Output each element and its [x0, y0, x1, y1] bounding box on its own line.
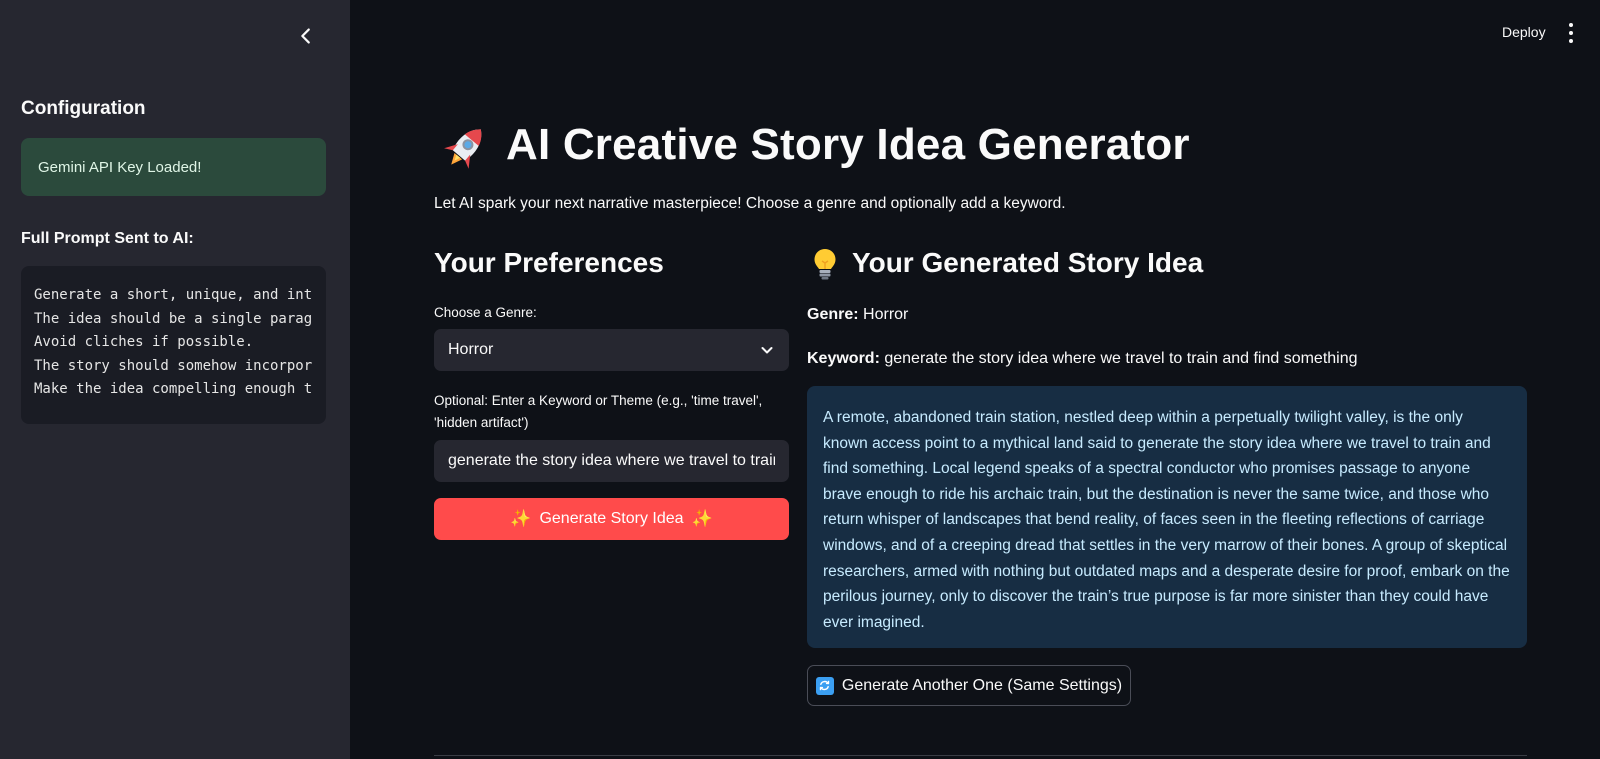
rocket-icon [438, 122, 494, 172]
kebab-menu-icon[interactable] [1567, 23, 1575, 43]
sparkles-icon: ✨ [510, 509, 532, 528]
prompt-line: The idea should be a single parag [34, 310, 313, 327]
prompt-line: The story should somehow incorpor [34, 357, 313, 374]
chevron-left-icon[interactable] [295, 25, 317, 47]
keyword-value: generate the story idea where we travel … [884, 350, 1358, 367]
prompt-line: Make the idea compelling enough t [34, 381, 313, 397]
genre-value: Horror [863, 306, 909, 323]
story-idea-box: A remote, abandoned train station, nestl… [807, 386, 1527, 648]
prompt-line: Generate a short, unique, and int [34, 287, 313, 303]
genre-key: Genre: [807, 306, 859, 323]
refresh-icon [815, 676, 834, 695]
page-subtitle: Let AI spark your next narrative masterp… [434, 195, 1066, 212]
generate-story-label: Generate Story Idea [539, 510, 684, 527]
keyword-input[interactable] [434, 440, 789, 482]
sidebar-title: Configuration [21, 98, 146, 119]
genre-label: Choose a Genre: [434, 305, 537, 320]
chevron-down-icon [761, 347, 773, 354]
status-message: Gemini API Key Loaded! [38, 158, 202, 176]
genre-select[interactable]: Horror [434, 329, 789, 371]
divider [434, 755, 1527, 756]
preferences-heading: Your Preferences [434, 247, 664, 278]
generate-story-button[interactable]: ✨ Generate Story Idea ✨ [434, 498, 789, 540]
lightbulb-icon [812, 247, 838, 281]
keyword-label: Optional: Enter a Keyword or Theme (e.g.… [434, 393, 763, 430]
generate-another-button[interactable]: Generate Another One (Same Settings) [807, 665, 1131, 706]
page-title: AI Creative Story Idea Generator [506, 120, 1190, 169]
story-idea-text: A remote, abandoned train station, nestl… [823, 409, 1510, 631]
sidebar: Configuration Gemini API Key Loaded! Ful… [0, 0, 350, 759]
keyword-key: Keyword: [807, 350, 880, 367]
sparkles-icon: ✨ [691, 509, 713, 528]
generate-another-label: Generate Another One (Same Settings) [841, 676, 1123, 694]
genre-select-value: Horror [448, 341, 494, 358]
prompt-code-block[interactable]: Generate a short, unique, and int The id… [21, 266, 326, 424]
result-genre-line: Genre: Horror [807, 306, 908, 324]
deploy-button[interactable]: Deploy [1502, 24, 1546, 40]
result-keyword-line: Keyword: generate the story idea where w… [807, 350, 1358, 368]
result-heading: Your Generated Story Idea [852, 247, 1204, 278]
api-key-status-alert: Gemini API Key Loaded! [21, 138, 326, 196]
prompt-line: Avoid cliches if possible. [34, 334, 254, 350]
prompt-heading: Full Prompt Sent to AI: [21, 230, 194, 247]
